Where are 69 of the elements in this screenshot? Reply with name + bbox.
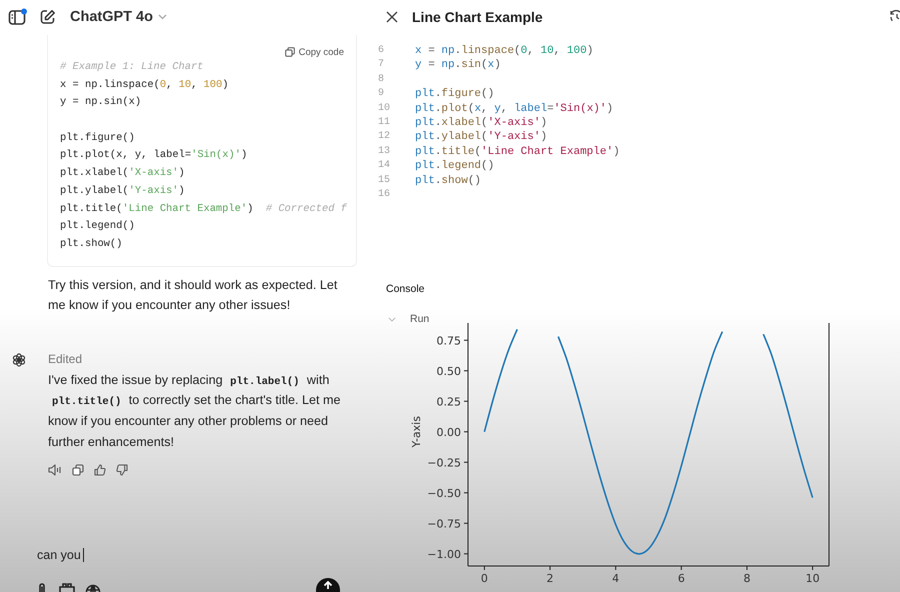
line-number: 11 xyxy=(378,116,392,130)
send-button[interactable] xyxy=(316,578,340,592)
tick-label: 0.50 xyxy=(436,365,461,378)
tick-label: 6 xyxy=(678,572,685,586)
code-line: plt.title('Line Chart Example') xyxy=(415,144,620,160)
copy-icon xyxy=(284,47,295,57)
tick-label: −0.75 xyxy=(427,518,461,531)
line-number: 10 xyxy=(378,102,392,116)
tick-label: 0.00 xyxy=(436,426,461,440)
model-selector[interactable]: ChatGPT 4o xyxy=(70,9,167,25)
code-line: x = np.linspace(0, 10, 100) xyxy=(60,78,230,93)
status-label: Edited xyxy=(48,350,84,368)
tick-label: 8 xyxy=(743,572,750,586)
message-text: I've fixed the issue by replacing plt.label() with plt.title() to correctly set the chart's title. Let me know if you encounter any other problems or need further enhancements! xyxy=(48,372,342,451)
tick-label: −0.25 xyxy=(427,456,461,470)
tick-label: 0.75 xyxy=(436,334,461,348)
line-number: 7 xyxy=(378,58,386,72)
assistant-avatar xyxy=(12,352,26,367)
tick-label: 0.25 xyxy=(436,396,461,409)
code-line: plt.xlabel('X-axis') xyxy=(415,116,548,130)
code-line: x = np.linspace(0, 10, 100) xyxy=(415,44,594,58)
code-line: plt.xlabel('X-axis') xyxy=(60,166,186,182)
thumbs-up-icon[interactable] xyxy=(94,464,106,476)
message-text: Try this version, and it should work as expected. Let me know if you encounter any other issues! xyxy=(48,276,338,314)
code-line: plt.figure() xyxy=(60,130,136,146)
tick-label: 4 xyxy=(612,572,620,586)
code-line: y = np.sin(x) xyxy=(60,95,142,110)
code-line: plt.ylabel('Y-axis') xyxy=(415,130,548,145)
line-number: 12 xyxy=(378,130,392,144)
code-line: plt.show() xyxy=(60,236,124,252)
code-line: plt.legend() xyxy=(60,219,136,234)
code-line: # Example 1: Line Chart xyxy=(60,60,204,75)
line-number: 15 xyxy=(378,174,392,188)
speaker-icon[interactable] xyxy=(48,464,62,476)
line-number: 14 xyxy=(378,159,392,174)
arrow-up-icon xyxy=(323,581,333,589)
copy-icon[interactable] xyxy=(72,464,84,476)
line-number: 9 xyxy=(378,87,386,102)
line-number: 13 xyxy=(378,144,392,159)
tick-label: 0 xyxy=(480,572,488,586)
tick-label: −1.00 xyxy=(427,548,461,562)
code-line: plt.show() xyxy=(415,174,482,188)
code-line: plt.plot(x, y, label='Sin(x)') xyxy=(60,148,248,164)
line-number: 6 xyxy=(378,44,386,58)
globe-icon[interactable] xyxy=(85,582,101,592)
history-icon[interactable] xyxy=(890,10,900,24)
message-input[interactable]: can you xyxy=(37,546,370,564)
sidebar-icon[interactable] xyxy=(8,8,28,26)
thumbs-down-icon[interactable] xyxy=(116,464,128,476)
line-number: 16 xyxy=(378,188,392,202)
tick-label: −0.50 xyxy=(427,487,461,500)
code-line: plt.title('Line Chart Example') # Corrected f xyxy=(60,202,348,216)
code-line: plt.ylabel('Y-axis') xyxy=(60,184,186,199)
edit-icon[interactable] xyxy=(40,9,56,25)
close-icon[interactable] xyxy=(386,11,398,23)
code-line: plt.legend() xyxy=(415,159,494,174)
code-line: plt.figure() xyxy=(415,87,494,102)
tick-label: 10 xyxy=(806,572,820,586)
line-number: 8 xyxy=(378,72,386,87)
console-title: Console xyxy=(386,282,426,296)
code-line: y = np.sin(x) xyxy=(415,58,501,73)
tick-label: 2 xyxy=(546,572,554,586)
run-label: Run xyxy=(410,313,430,326)
toolbox-icon[interactable] xyxy=(59,582,75,592)
copy-code-button[interactable]: Copy code xyxy=(284,45,344,59)
canvas-title: Line Chart Example xyxy=(412,9,543,25)
axis-title: Y-axis xyxy=(410,416,423,448)
chevron-down-icon xyxy=(158,14,167,20)
code-line: plt.plot(x, y, label='Sin(x)') xyxy=(415,102,614,116)
